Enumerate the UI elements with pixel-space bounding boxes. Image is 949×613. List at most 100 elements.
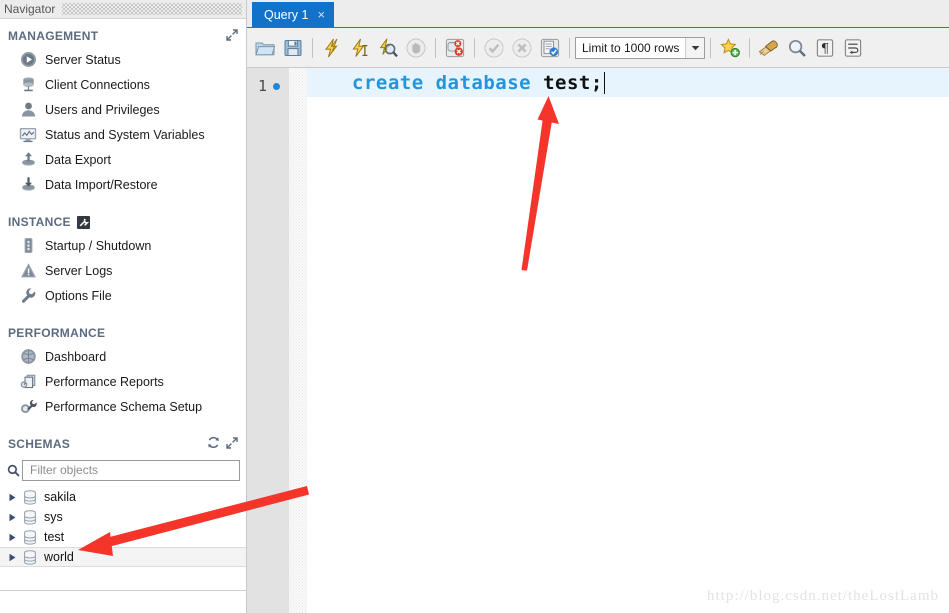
code-line-1[interactable]: create database test; — [307, 68, 949, 97]
filter-objects-box[interactable] — [22, 460, 240, 481]
database-icon — [20, 510, 40, 525]
toolbar-separator — [435, 38, 436, 58]
workbench-window: Navigator MANAGEMENT — [0, 0, 949, 613]
section-header-instance: INSTANCE — [0, 211, 246, 233]
beautify-sql-button[interactable] — [755, 34, 783, 62]
sql-code-area[interactable]: 1 create database test; http://blog.csdn… — [247, 68, 949, 613]
toggle-invisible-chars-button[interactable]: ¶ — [811, 34, 839, 62]
database-icon — [20, 530, 40, 545]
sidebar-item-server-status[interactable]: Server Status — [0, 47, 246, 72]
section-header-performance: PERFORMANCE — [0, 322, 246, 344]
sidebar-item-label: Performance Schema Setup — [45, 400, 202, 414]
toggle-autocommit-button[interactable] — [536, 34, 564, 62]
text-caret — [604, 72, 606, 94]
row-limit-select[interactable]: Limit to 1000 rows — [575, 37, 705, 59]
chevron-down-icon[interactable] — [685, 38, 704, 58]
instance-badge-icon — [77, 216, 90, 229]
chevron-right-icon[interactable] — [4, 513, 20, 522]
tab-query-1[interactable]: Query 1 × — [252, 2, 334, 27]
server-status-icon — [18, 51, 38, 69]
sidebar-item-label: Dashboard — [45, 350, 106, 364]
sidebar-item-client-connections[interactable]: Client Connections — [0, 72, 246, 97]
navigator-titlebar: Navigator — [0, 0, 246, 19]
sidebar-item-performance-reports[interactable]: Performance Reports — [0, 369, 246, 394]
status-variables-icon — [18, 126, 38, 144]
sidebar-item-dashboard[interactable]: Dashboard — [0, 344, 246, 369]
open-script-button[interactable] — [251, 34, 279, 62]
sidebar-item-label: Data Import/Restore — [45, 178, 158, 192]
options-file-icon — [18, 287, 38, 305]
sql-keyword-database: database — [436, 72, 532, 94]
editor-gutter: 1 — [247, 68, 289, 613]
toolbar-separator — [312, 38, 313, 58]
sidebar-item-startup-shutdown[interactable]: Startup / Shutdown — [0, 233, 246, 258]
line-number: 1 — [258, 77, 267, 95]
performance-reports-icon — [18, 373, 38, 391]
navigator-grip-dots — [62, 3, 242, 15]
toolbar-separator — [749, 38, 750, 58]
sidebar-item-data-import-restore[interactable]: Data Import/Restore — [0, 172, 246, 197]
schema-name: sys — [44, 510, 63, 524]
sidebar-item-status-and-system-variables[interactable]: Status and System Variables — [0, 122, 246, 147]
chevron-right-icon[interactable] — [4, 493, 20, 502]
database-icon — [20, 490, 40, 505]
client-connections-icon — [18, 76, 38, 94]
sidebar-item-options-file[interactable]: Options File — [0, 283, 246, 308]
sidebar-item-label: Server Status — [45, 53, 121, 67]
tab-label: Query 1 — [264, 8, 308, 22]
schemas-filter-row — [4, 457, 240, 483]
find-button[interactable] — [783, 34, 811, 62]
section-label-schemas: SCHEMAS — [8, 437, 70, 451]
section-label-management: MANAGEMENT — [8, 29, 98, 43]
data-import-icon — [18, 176, 38, 194]
dashboard-icon — [18, 348, 38, 366]
schema-name: world — [44, 550, 74, 564]
data-export-icon — [18, 151, 38, 169]
query-editor-pane: Query 1 × — [247, 0, 949, 613]
sidebar-footer — [0, 590, 246, 613]
wrap-lines-button[interactable] — [839, 34, 867, 62]
toolbar-separator — [710, 38, 711, 58]
row-limit-label: Limit to 1000 rows — [576, 41, 685, 55]
explain-statement-button[interactable] — [374, 34, 402, 62]
sidebar-item-label: Options File — [45, 289, 112, 303]
sidebar-item-label: Client Connections — [45, 78, 150, 92]
add-snippet-button[interactable] — [716, 34, 744, 62]
schema-item-world[interactable]: world — [0, 547, 246, 567]
section-label-performance: PERFORMANCE — [8, 326, 105, 340]
section-label-instance: INSTANCE — [8, 215, 71, 229]
execute-statement-button[interactable] — [318, 34, 346, 62]
commit-button — [480, 34, 508, 62]
sidebar-item-users-and-privileges[interactable]: Users and Privileges — [0, 97, 246, 122]
search-icon — [4, 464, 22, 477]
expand-icon[interactable] — [226, 29, 238, 44]
sidebar-item-server-logs[interactable]: Server Logs — [0, 258, 246, 283]
rollback-button — [508, 34, 536, 62]
chevron-right-icon[interactable] — [4, 553, 20, 562]
navigator-panel: Navigator MANAGEMENT — [0, 0, 247, 613]
search-input[interactable] — [28, 462, 234, 478]
stop-execution-button — [402, 34, 430, 62]
section-header-management: MANAGEMENT — [0, 25, 246, 47]
toolbar-separator — [569, 38, 570, 58]
sidebar-item-data-export[interactable]: Data Export — [0, 147, 246, 172]
close-icon[interactable]: × — [317, 8, 325, 21]
chevron-right-icon[interactable] — [4, 533, 20, 542]
startup-shutdown-icon — [18, 237, 38, 255]
schema-item-test[interactable]: test — [0, 527, 246, 547]
execute-current-statement-button[interactable] — [346, 34, 374, 62]
toggle-stop-on-error-button[interactable] — [441, 34, 469, 62]
sidebar-item-performance-schema-setup[interactable]: Performance Schema Setup — [0, 394, 246, 419]
editor-tabstrip: Query 1 × — [247, 0, 949, 28]
watermark-text: http://blog.csdn.net/theLostLamb — [707, 588, 939, 605]
sql-space — [424, 72, 436, 94]
schema-item-sakila[interactable]: sakila — [0, 487, 246, 507]
sql-space — [531, 72, 543, 94]
save-script-button[interactable] — [279, 34, 307, 62]
schema-name: test — [44, 530, 64, 544]
expand-icon[interactable] — [226, 437, 238, 452]
schema-item-sys[interactable]: sys — [0, 507, 246, 527]
users-privileges-icon — [18, 101, 38, 119]
database-icon — [20, 550, 40, 565]
refresh-icon[interactable] — [207, 436, 220, 452]
